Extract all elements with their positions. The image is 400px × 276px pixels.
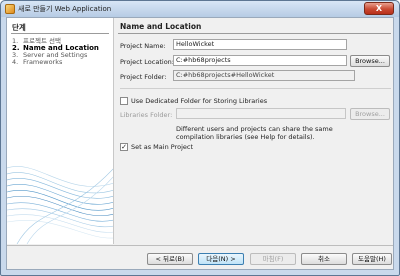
project-folder-label: Project Folder: (120, 73, 167, 81)
libraries-note-line: compilation libraries (see Help for deta… (176, 133, 315, 141)
libraries-note: Different users and projects can share t… (176, 125, 333, 141)
project-name-label: Project Name: (120, 42, 166, 50)
project-name-field[interactable]: HelloWicket (173, 39, 347, 50)
finish-button: 마침(F) (250, 253, 296, 265)
dedicated-folder-checkbox[interactable] (120, 97, 128, 105)
cancel-button[interactable]: 취소 (301, 253, 347, 265)
pane-divider (118, 33, 391, 34)
steps-title: 단계 (12, 23, 26, 32)
next-button[interactable]: 다음(N) > (198, 253, 244, 265)
help-button[interactable]: 도움말(H) (352, 253, 392, 265)
dedicated-folder-label: Use Dedicated Folder for Storing Librari… (131, 97, 268, 105)
decorative-swirl-graphic (7, 166, 113, 244)
project-location-label: Project Location: (120, 58, 174, 66)
close-button[interactable]: X (364, 2, 394, 15)
libraries-note-line: Different users and projects can share t… (176, 125, 333, 133)
steps-list: 1. 프로젝트 선택 2. Name and Location 3. Server a… (12, 38, 99, 66)
window-title: 새로 만들기 Web Application (18, 5, 112, 13)
app-icon (5, 4, 15, 14)
main-project-label: Set as Main Project (131, 143, 193, 151)
footer-separator (7, 245, 393, 246)
project-location-field[interactable]: C:#hb68projects (173, 55, 347, 66)
libraries-folder-label: Libraries Folder: (120, 111, 173, 119)
wizard-client-area: 단계 1. 프로젝트 선택 2. Name and Location 3. Serve… (6, 17, 394, 270)
project-location-browse-button[interactable]: Browse... (350, 55, 390, 67)
main-project-checkbox[interactable]: ✓ (120, 143, 128, 151)
steps-panel: 단계 1. 프로젝트 선택 2. Name and Location 3. Serve… (7, 18, 114, 244)
project-folder-field: C:#hb68projects#HelloWicket (173, 70, 355, 81)
section-separator (120, 88, 391, 89)
back-button[interactable]: < 뒤로(B) (147, 253, 193, 265)
steps-divider (11, 33, 109, 34)
pane-title: Name and Location (120, 22, 202, 31)
wizard-window: 새로 만들기 Web Application X 단계 1. 프로젝트 선택 2.… (0, 0, 400, 276)
libraries-browse-button: Browse... (350, 108, 390, 120)
libraries-folder-field (176, 108, 346, 119)
step-item: 4. Frameworks (12, 58, 63, 66)
title-bar[interactable]: 새로 만들기 Web Application X (1, 1, 399, 17)
checkmark-icon: ✓ (121, 143, 127, 151)
